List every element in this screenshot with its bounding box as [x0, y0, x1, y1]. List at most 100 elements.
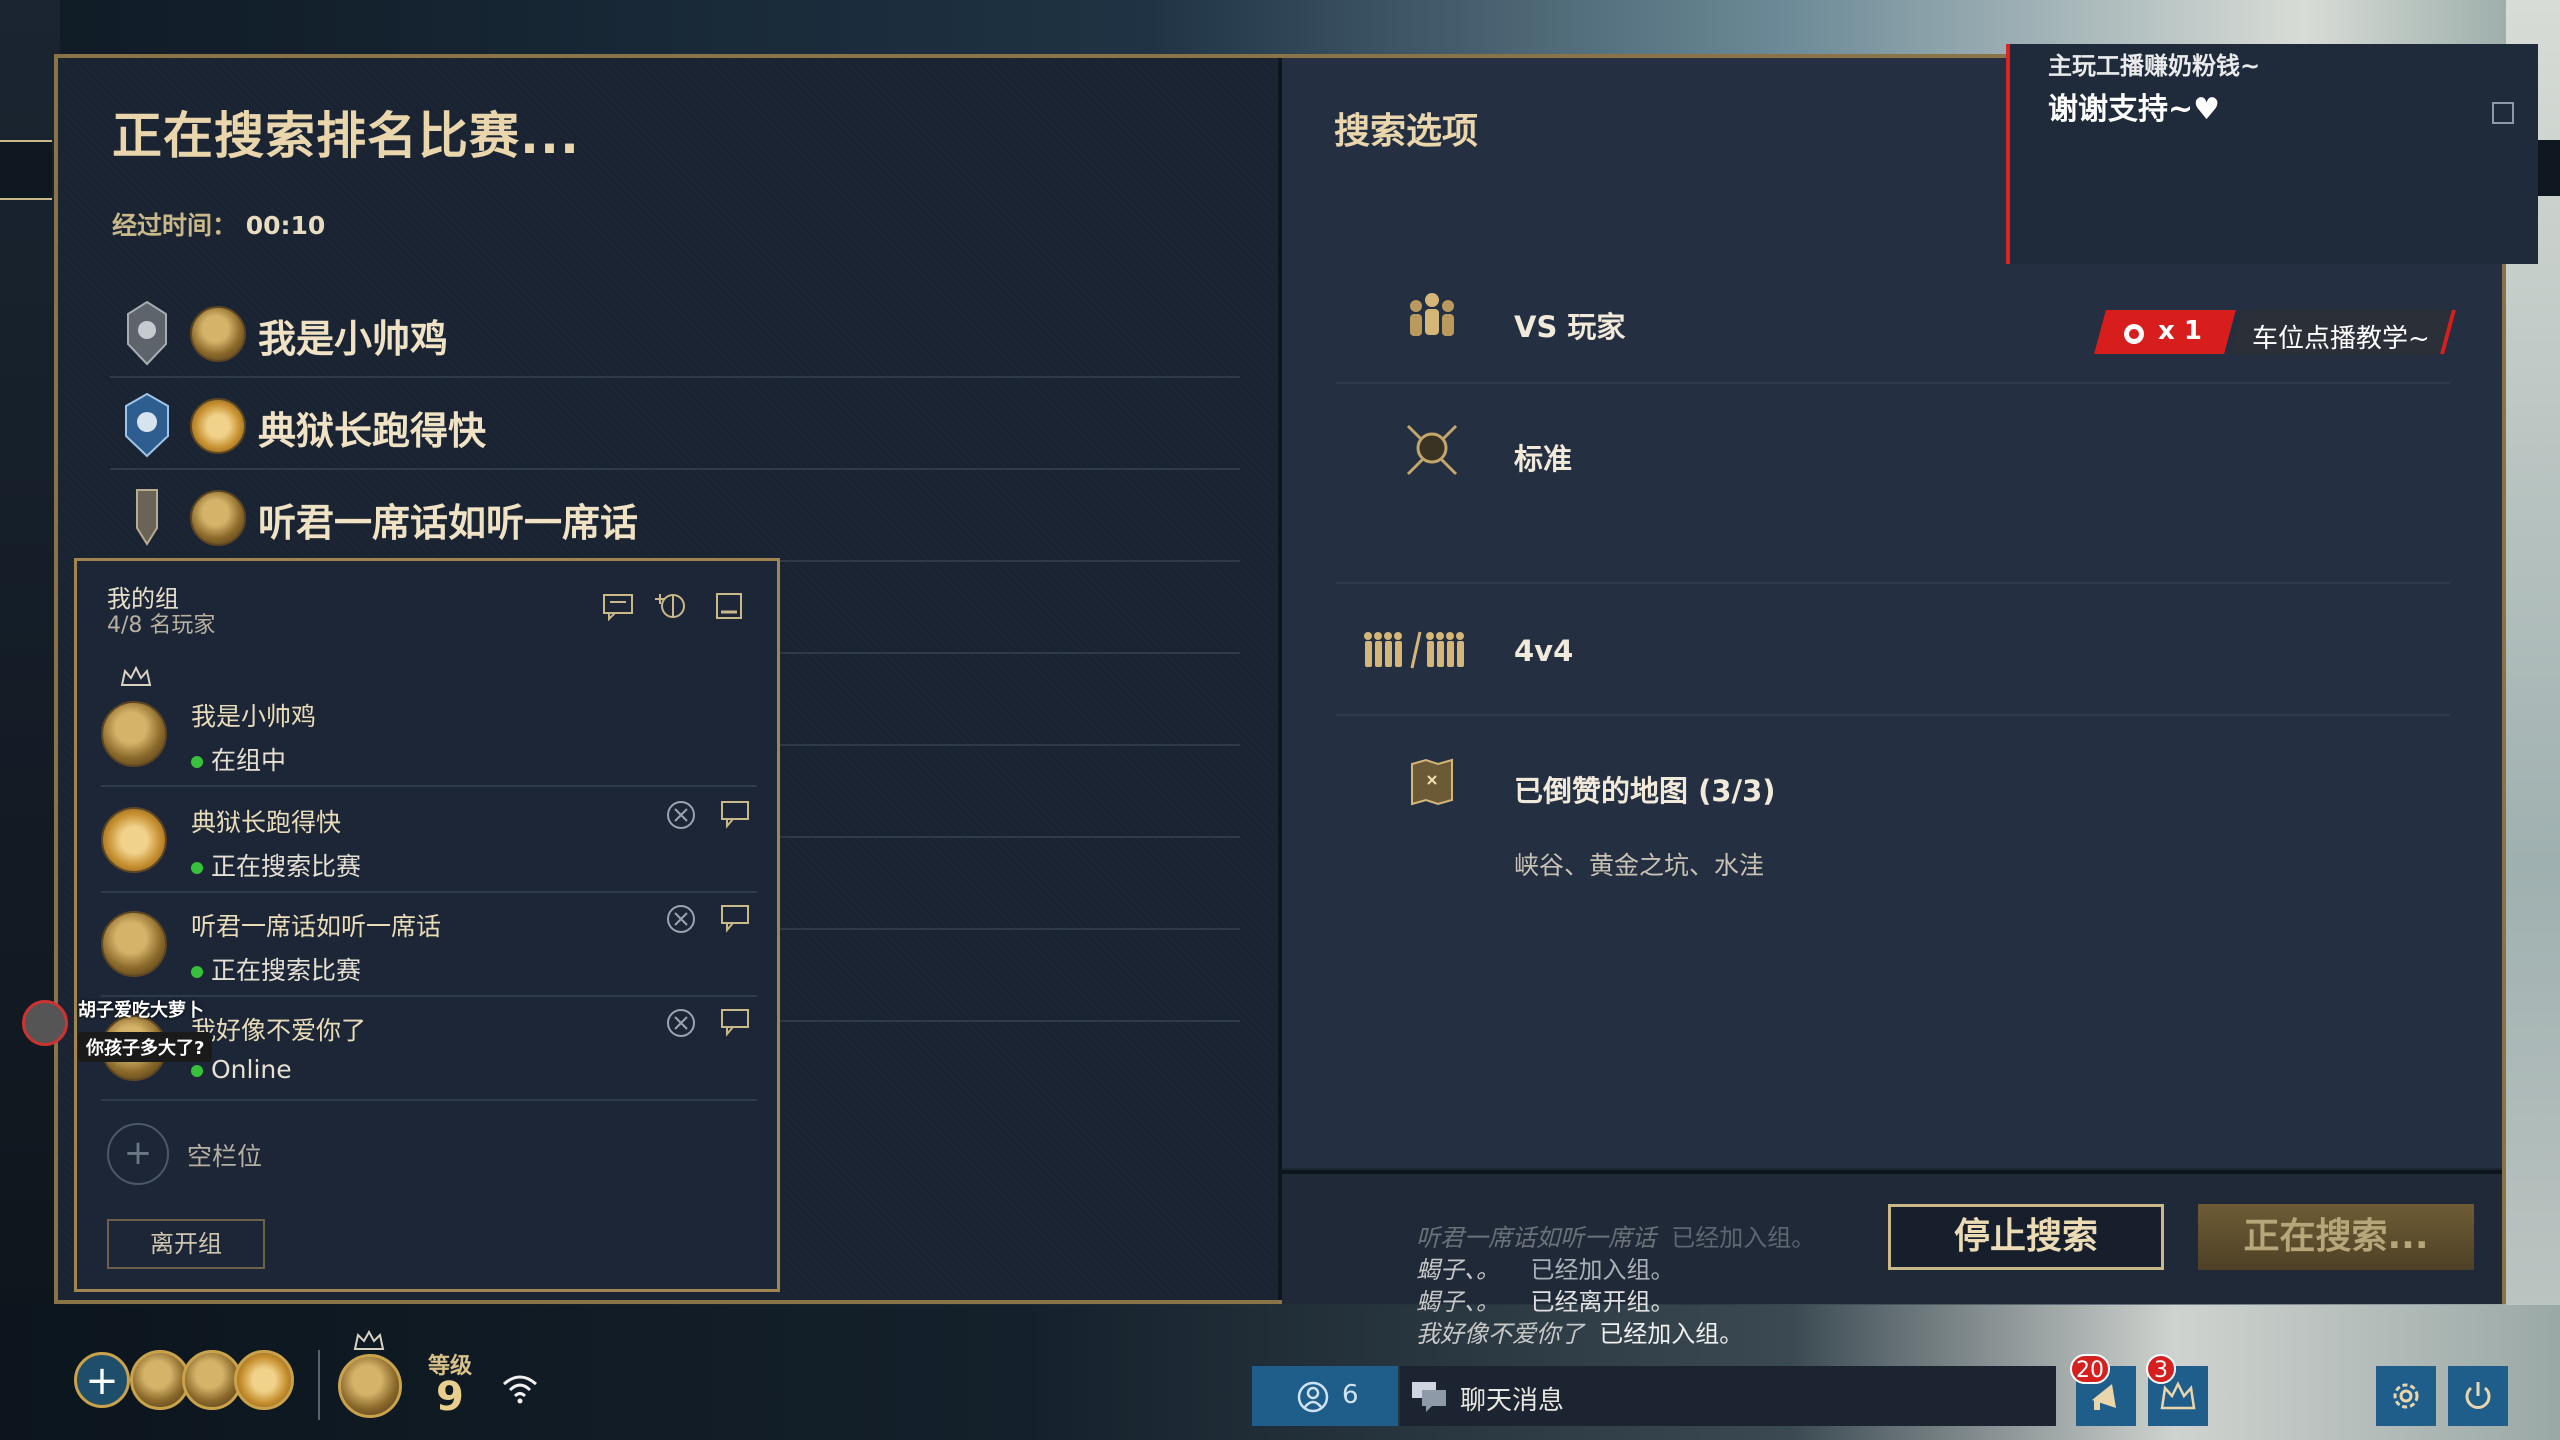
side-tab-left: [0, 140, 52, 200]
rank-emblem-icon: [127, 300, 167, 366]
whisper-icon[interactable]: [719, 903, 751, 933]
map-background-left: [0, 0, 60, 1440]
friends-button[interactable]: 6: [1252, 1366, 1398, 1426]
bottom-bar: + 等级 9 6 聊天消息 20 3: [0, 1330, 2560, 1440]
group-member-row[interactable]: 典狱长跑得快 正在搜索比赛: [101, 787, 757, 893]
group-count: 4/8 名玩家: [107, 613, 216, 638]
profile-avatar[interactable]: [338, 1354, 402, 1418]
my-group-panel: 我的组 4/8 名玩家 我是小帅鸡 在组中 典狱长跑得快 正在搜索比赛 听君一席…: [74, 558, 780, 1292]
add-friend-button[interactable]: +: [74, 1352, 130, 1408]
leave-group-button[interactable]: 离开组: [107, 1219, 265, 1269]
online-dot: [191, 966, 203, 978]
overlay-minimize-icon[interactable]: [2492, 102, 2514, 124]
maps-list: 峡谷、黄金之坑、水洼: [1514, 851, 1765, 880]
log-user: 蝎子、。: [1416, 1288, 1500, 1316]
map-scroll-icon: [1411, 758, 1453, 806]
member-name: 听君一席话如听一席话: [191, 912, 442, 941]
gift-icon: [2124, 324, 2144, 344]
page-title: 正在搜索排名比赛...: [112, 107, 580, 165]
whisper-icon[interactable]: [719, 799, 751, 829]
group-chat-icon[interactable]: [601, 591, 635, 621]
online-dot: [191, 1065, 203, 1077]
party-avatar[interactable]: [234, 1350, 294, 1410]
maps-title: 已倒赞的地图 (3/3): [1514, 774, 1776, 808]
whisper-icon[interactable]: [719, 1007, 751, 1037]
member-status-text: 在组中: [211, 746, 287, 775]
searching-button: 正在搜索...: [2198, 1204, 2474, 1270]
stream-promo-banner: x 1 车位点播教学~: [2094, 310, 2456, 354]
option-team-size: 4v4: [1336, 582, 2450, 716]
log-action: 已经加入组。: [1671, 1224, 1816, 1252]
party-avatar[interactable]: [182, 1350, 242, 1410]
log-user: 听君一席话如听一席话: [1416, 1224, 1656, 1252]
empty-slot-label: 空栏位: [187, 1142, 263, 1171]
rewards-button[interactable]: 3: [2146, 1354, 2208, 1426]
stop-search-button[interactable]: 停止搜索: [1888, 1204, 2164, 1270]
options-title: 搜索选项: [1334, 111, 1479, 152]
elapsed-label: 经过时间：: [112, 211, 238, 240]
chat-messages-button[interactable]: 聊天消息: [1400, 1366, 2056, 1426]
member-status: 正在搜索比赛: [191, 951, 361, 987]
kick-member-icon[interactable]: [665, 903, 697, 935]
member-status: 正在搜索比赛: [191, 847, 361, 883]
chat-bubble-icon: [1412, 1382, 1446, 1412]
member-name: 典狱长跑得快: [191, 808, 342, 837]
party-avatar[interactable]: [130, 1350, 190, 1410]
kick-member-icon[interactable]: [665, 1007, 697, 1039]
settings-button[interactable]: [2376, 1366, 2436, 1426]
log-action: 已经加入组。: [1530, 1256, 1675, 1284]
online-dot: [191, 862, 203, 874]
elapsed-time: 经过时间： 00:10: [112, 206, 325, 242]
stream-chat-bubble: 胡子爱吃大萝卜 你孩子多大了?: [22, 996, 262, 1066]
chat-label: 聊天消息: [1460, 1386, 1565, 1416]
team-size-label: 4v4: [1514, 634, 1574, 668]
group-member-row[interactable]: 听君一席话如听一席话 正在搜索比赛: [101, 891, 757, 997]
log-action: 已经离开组。: [1530, 1288, 1675, 1316]
player-name: 我是小帅鸡: [258, 317, 449, 361]
elapsed-value: 00:10: [245, 211, 326, 240]
crown-icon: [353, 1330, 385, 1350]
gear-icon: [2393, 1383, 2419, 1409]
option-type: 标准: [1336, 382, 2450, 584]
type-label: 标准: [1514, 442, 1573, 476]
notifications-badge: 20: [2070, 1354, 2110, 1384]
notifications-button[interactable]: 20: [2070, 1354, 2136, 1426]
stream-overlay-box: 主玩工播赚奶粉钱~ 谢谢支持~♥: [2006, 44, 2538, 264]
player-avatar: [190, 306, 246, 362]
player-row: 我是小帅鸡: [110, 286, 1240, 378]
player-name: 听君一席话如听一席话: [258, 501, 639, 545]
player-name: 典狱长跑得快: [258, 409, 487, 453]
promo-count: x 1: [2158, 316, 2202, 346]
log-user: 蝎子、。: [1416, 1256, 1500, 1284]
level-value: 9: [436, 1374, 464, 1420]
power-icon: [2465, 1382, 2491, 1409]
member-name: 我是小帅鸡: [191, 702, 317, 731]
group-member-row[interactable]: 我是小帅鸡 在组中: [101, 681, 757, 787]
member-status-text: 正在搜索比赛: [211, 852, 362, 881]
connection-wifi-icon: [503, 1375, 537, 1404]
member-avatar: [101, 701, 167, 767]
crossed-swords-shield-icon: [1406, 424, 1458, 476]
bottom-separator: [318, 1350, 320, 1420]
member-status: 在组中: [191, 741, 286, 777]
option-maps: 已倒赞的地图 (3/3) 峡谷、黄金之坑、水洼: [1336, 714, 2450, 894]
friends-icon: [1297, 1381, 1329, 1413]
team-size-icon: [1364, 631, 1464, 669]
promo-text: 车位点播教学~: [2252, 324, 2430, 354]
player-row: 典狱长跑得快: [110, 378, 1240, 470]
invite-player-icon[interactable]: [653, 591, 687, 621]
player-avatar: [190, 490, 246, 546]
overlay-line-2: 谢谢支持~♥: [2048, 92, 2221, 127]
log-entry: 听君一席话如听一席话 已经加入组。: [1416, 1222, 1815, 1254]
player-row: 听君一席话如听一席话: [110, 470, 1240, 562]
overlay-line-1: 主玩工播赚奶粉钱~: [2048, 52, 2261, 80]
rank-emblem-icon: [136, 489, 158, 546]
minimize-icon[interactable]: [713, 591, 747, 621]
member-avatar: [101, 807, 167, 873]
empty-slot[interactable]: + 空栏位: [107, 1119, 707, 1189]
power-button[interactable]: [2448, 1366, 2508, 1426]
friends-count: 6: [1342, 1380, 1359, 1410]
panel-divider: [1278, 58, 1282, 1300]
player-avatar: [190, 398, 246, 454]
kick-member-icon[interactable]: [665, 799, 697, 831]
